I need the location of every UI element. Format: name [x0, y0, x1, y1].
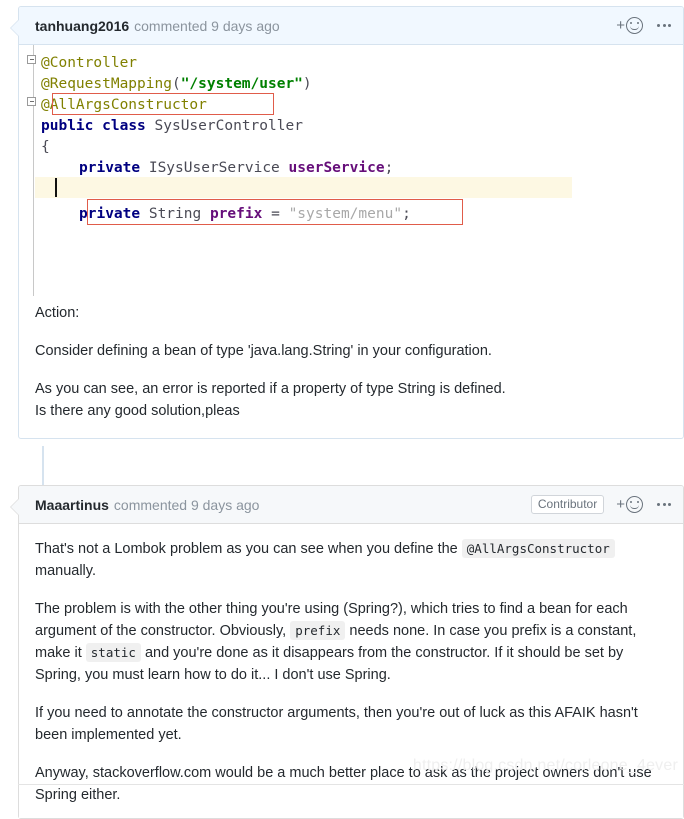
comment-1-timestamp: commented 9 days ago: [134, 17, 280, 34]
plus-icon: +: [616, 17, 625, 34]
paragraph-error-line2: Is there any good solution,pleas: [35, 403, 240, 419]
inline-code-prefix: prefix: [290, 621, 346, 640]
class-name: SysUserController: [154, 118, 303, 134]
paren-open: (: [171, 76, 181, 92]
inline-code-allargsconstructor: @AllArgsConstructor: [461, 539, 615, 558]
paragraph-lombok: That's not a Lombok problem as you can s…: [35, 538, 667, 582]
bottom-divider: [18, 784, 684, 785]
code-line-4: public class SysUserController: [19, 116, 683, 137]
smiley-icon-2: [626, 496, 643, 513]
code-line-2: @RequestMapping("/system/user"): [19, 74, 683, 95]
annotation-allargsconstructor: @AllArgsConstructor: [41, 97, 207, 113]
comment-2-author[interactable]: Maaartinus: [35, 497, 109, 513]
keyword-public: public: [41, 118, 94, 134]
comment-bubble-arrow-inner: [11, 19, 20, 37]
semicolon-1: ;: [384, 160, 394, 176]
string-prefix-value: "system/menu": [288, 206, 403, 222]
type-isysuserservice: ISysUserService: [148, 160, 280, 176]
p1-text-b: manually.: [35, 563, 96, 579]
kebab-menu-icon[interactable]: [657, 24, 671, 27]
code-line-1: @Controller: [19, 53, 683, 74]
comment-1-text: Action: Consider defining a bean of type…: [19, 296, 683, 422]
paragraph-action: Action:: [35, 305, 80, 321]
paragraph-annotate: If you need to annotate the constructor …: [35, 705, 638, 743]
field-prefix: prefix: [209, 206, 263, 222]
plus-icon-2: +: [616, 496, 625, 513]
code-line-8: private String prefix = "system/menu";: [19, 204, 683, 225]
add-reaction-button-2[interactable]: +: [616, 496, 643, 513]
comment-1: tanhuang2016 commented 9 days ago + @Con…: [10, 6, 684, 439]
code-line-3: @AllArgsConstructor: [19, 95, 683, 116]
type-string: String: [148, 206, 202, 222]
csdn-watermark: https://blog.csdn.net/corleone_4ever: [412, 757, 678, 774]
operator-equals: =: [271, 206, 280, 222]
comment-2-timestamp: commented 9 days ago: [113, 496, 260, 513]
comment-1-body: @Controller @RequestMapping("/system/use…: [19, 45, 683, 422]
comment-1-author[interactable]: tanhuang2016: [35, 18, 129, 34]
code-screenshot: @Controller @RequestMapping("/system/use…: [19, 45, 683, 296]
field-userservice: userService: [288, 160, 385, 176]
annotation-requestmapping: @RequestMapping: [41, 76, 172, 92]
code-line-6: private ISysUserService userService;: [19, 158, 683, 179]
string-mapping: "/system/user": [180, 76, 303, 92]
paragraph-spring: The problem is with the other thing you'…: [35, 598, 667, 686]
code-line-7-blank: [19, 179, 683, 200]
paragraph-error: As you can see, an error is reported if …: [35, 378, 667, 422]
comment-1-header: tanhuang2016 commented 9 days ago +: [19, 7, 683, 45]
add-reaction-button[interactable]: +: [616, 17, 643, 34]
contributor-badge: Contributor: [530, 495, 605, 514]
semicolon-2: ;: [402, 206, 411, 222]
keyword-private-2: private: [79, 206, 141, 222]
keyword-private-1: private: [79, 160, 141, 176]
paragraph-consider: Consider defining a bean of type 'java.l…: [35, 343, 492, 359]
comment-2-bubble-arrow-inner: [11, 498, 20, 516]
comment-1-box: tanhuang2016 commented 9 days ago + @Con…: [10, 6, 684, 439]
kebab-menu-icon-2[interactable]: [657, 503, 671, 506]
inline-code-static: static: [85, 643, 141, 662]
comment-thread-connector: [42, 446, 44, 486]
paragraph-error-line1: As you can see, an error is reported if …: [35, 381, 506, 397]
keyword-class: class: [102, 118, 146, 134]
p1-text-a: That's not a Lombok problem as you can s…: [35, 541, 462, 557]
code-line-5: {: [19, 137, 683, 158]
annotation-controller: @Controller: [41, 55, 138, 71]
comment-2-header: Maaartinus commented 9 days ago Contribu…: [19, 486, 683, 524]
smiley-icon: [626, 17, 643, 34]
paren-close: ): [302, 76, 312, 92]
brace-open: {: [41, 139, 50, 155]
